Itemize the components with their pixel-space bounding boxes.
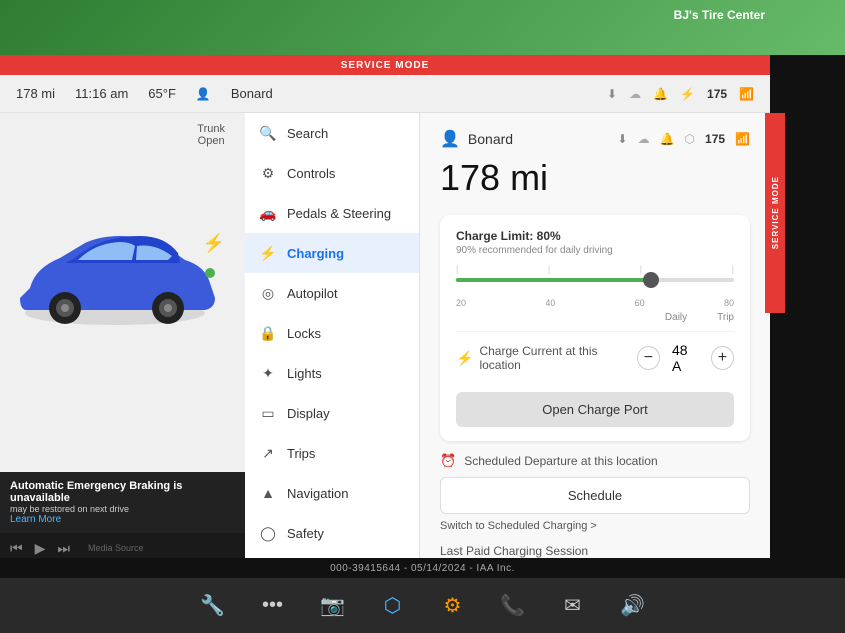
range-large: 178 mi [440, 157, 750, 199]
decrease-current-btn[interactable]: − [637, 346, 660, 370]
user-header: 👤 Bonard ⬇ ☁ 🔔 ⬡ 175 📶 [440, 129, 750, 149]
charge-current-label: ⚡ Charge Current at this location [456, 344, 637, 372]
daily-trip-labels: Daily Trip [456, 312, 734, 323]
sidebar: 🔍 Search ⚙ Controls 🚗 Pedals & Steering ⚡ Charg… [245, 113, 420, 563]
sidebar-label-charging: Charging [287, 246, 344, 261]
download-icon: ⬇ [618, 132, 628, 146]
sidebar-item-controls[interactable]: ⚙ Controls [245, 153, 419, 193]
sidebar-label-pedals: Pedals & Steering [287, 206, 391, 221]
taskbar-settings[interactable]: ⚙ [435, 588, 471, 624]
taskbar: 🔧 ••• 📷 ⬡ ⚙ 📞 ✉ 🔊 [0, 578, 845, 633]
sidebar-item-pedals[interactable]: 🚗 Pedals & Steering [245, 193, 419, 233]
sidebar-item-lights[interactable]: ✦ Lights [245, 353, 419, 393]
alert-title: Automatic Emergency Braking is unavailab… [10, 480, 235, 504]
charge-indicator: ⚡ [203, 233, 225, 254]
schedule-btn[interactable]: Schedule [440, 477, 750, 514]
sidebar-item-autopilot[interactable]: ◎ Autopilot [245, 273, 419, 313]
taskbar-camera[interactable]: 📷 [315, 588, 351, 624]
charge-limit-sub: 90% recommended for daily driving [456, 245, 734, 256]
signal-icon: 📶 [735, 132, 750, 146]
range-display-top: 178 mi [16, 86, 55, 101]
header-icons: ⬇ ☁ 🔔 ⬡ 175 📶 [618, 132, 750, 146]
charge-card: Charge Limit: 80% 90% recommended for da… [440, 215, 750, 441]
slider-fill [456, 278, 651, 282]
controls-icon: ⚙ [259, 164, 277, 182]
sidebar-label-controls: Controls [287, 166, 335, 181]
sidebar-item-navigation[interactable]: ▲ Navigation [245, 473, 419, 513]
last-paid-label: Last Paid Charging Session [440, 544, 750, 558]
main-content: Trunk Open [0, 113, 770, 563]
charge-limit-label: Charge Limit: 80% [456, 229, 734, 243]
user-name-top: Bonard [231, 86, 273, 101]
sidebar-label-locks: Locks [287, 326, 321, 341]
next-track-btn[interactable]: ⏭ [57, 540, 70, 557]
taskbar-bluetooth[interactable]: ⬡ [375, 588, 411, 624]
time-display: 11:16 am [75, 86, 128, 101]
sidebar-label-lights: Lights [287, 366, 322, 381]
bluetooth-icon: ⬡ [685, 132, 695, 146]
service-mode-banner: SERVICE MODE [0, 55, 770, 75]
taskbar-volume[interactable]: 🔊 [615, 588, 651, 624]
battery-level: 175 [705, 132, 725, 146]
left-panel: Trunk Open [0, 113, 245, 563]
alert-bar: Automatic Emergency Braking is unavailab… [0, 472, 245, 533]
slider-thumb[interactable] [643, 272, 659, 288]
trips-icon: ↗ [259, 444, 277, 462]
search-icon: 🔍 [259, 124, 277, 142]
temperature-display: 65°F [148, 86, 176, 101]
car-illustration: ⚡ ⚡ [10, 193, 220, 393]
switch-charging-link[interactable]: Switch to Scheduled Charging > [440, 520, 750, 532]
sidebar-item-safety[interactable]: ◯ Safety [245, 513, 419, 553]
right-panel: 👤 Bonard ⬇ ☁ 🔔 ⬡ 175 📶 178 mi Charge Lim… [420, 113, 770, 563]
sidebar-label-display: Display [287, 406, 330, 421]
prev-track-btn[interactable]: ⏮ [10, 540, 23, 557]
user-icon: 👤 [440, 129, 460, 149]
pedals-icon: 🚗 [259, 204, 277, 222]
top-bar: 178 mi 11:16 am 65°F 👤 Bonard ⬇ ☁ 🔔 ⚡ 17… [0, 75, 770, 113]
sidebar-item-display[interactable]: ▭ Display [245, 393, 419, 433]
sidebar-label-search: Search [287, 126, 328, 141]
sidebar-item-trips[interactable]: ↗ Trips [245, 433, 419, 473]
charge-current-control: − 48 A + [637, 342, 734, 374]
bell-icon: 🔔 [660, 132, 675, 146]
lights-icon: ✦ [259, 364, 277, 382]
cloud-icon: ☁ [638, 132, 650, 146]
bjs-label: BJ's Tire Center [674, 8, 765, 22]
bottom-info-bar: 000-39415644 - 05/14/2024 - IAA Inc. [0, 558, 845, 578]
charging-icon: ⚡ [259, 244, 277, 262]
sidebar-label-navigation: Navigation [287, 486, 348, 501]
taskbar-wrench[interactable]: 🔧 [195, 588, 231, 624]
autopilot-icon: ◎ [259, 284, 277, 302]
safety-icon: ◯ [259, 524, 277, 542]
charge-limit-slider[interactable]: |||| [456, 264, 734, 294]
open-charge-port-btn[interactable]: Open Charge Port [456, 392, 734, 427]
scheduled-departure-label: ⏰ Scheduled Departure at this location [440, 453, 750, 469]
locks-icon: 🔒 [259, 324, 277, 342]
alert-sub: may be restored on next drive [10, 504, 235, 514]
taskbar-phone[interactable]: 📞 [495, 588, 531, 624]
learn-more-link[interactable]: Learn More [10, 514, 61, 525]
navigation-icon: ▲ [259, 484, 277, 502]
username-display: Bonard [468, 131, 513, 147]
service-mode-side-bar: SERVICE MODE [765, 113, 785, 313]
increase-current-btn[interactable]: + [711, 346, 734, 370]
sidebar-item-locks[interactable]: 🔒 Locks [245, 313, 419, 353]
sidebar-item-search[interactable]: 🔍 Search [245, 113, 419, 153]
charge-current-row: ⚡ Charge Current at this location − 48 A… [456, 331, 734, 384]
taskbar-dots[interactable]: ••• [255, 588, 291, 624]
slider-markers: 20406080 [456, 298, 734, 308]
slider-track [456, 278, 734, 282]
current-value: 48 A [672, 342, 699, 374]
sidebar-item-charging[interactable]: ⚡ Charging [245, 233, 419, 273]
sidebar-label-safety: Safety [287, 526, 324, 541]
display-icon: ▭ [259, 404, 277, 422]
media-source-label: Media Source [88, 543, 144, 553]
trunk-label: Trunk Open [197, 123, 225, 147]
play-btn[interactable]: ▶ [35, 540, 46, 557]
taskbar-email[interactable]: ✉ [555, 588, 591, 624]
sidebar-label-autopilot: Autopilot [287, 286, 338, 301]
sidebar-label-trips: Trips [287, 446, 315, 461]
